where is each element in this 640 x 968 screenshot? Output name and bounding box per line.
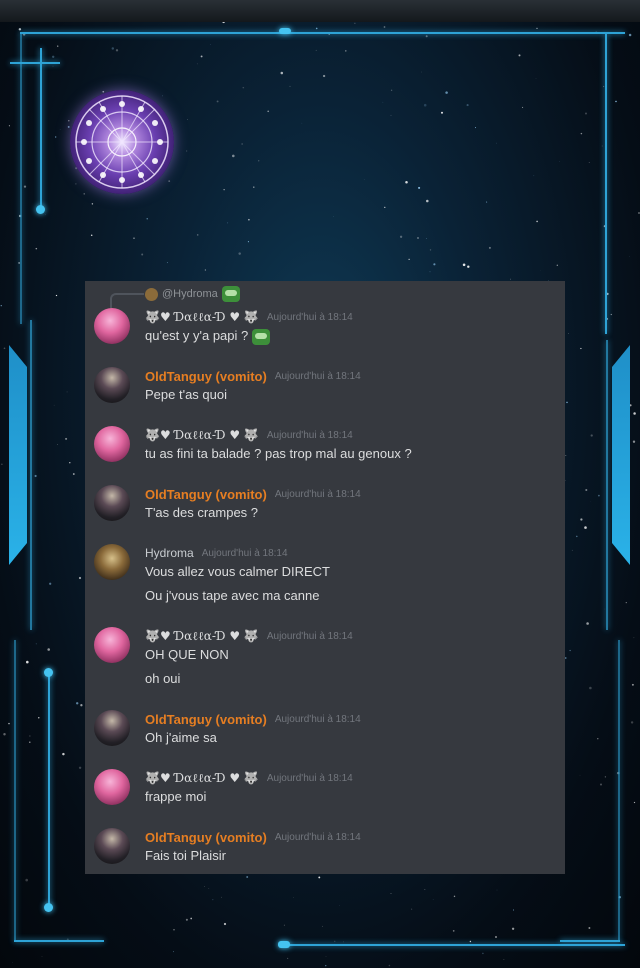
message-timestamp: Aujourd'hui à 18:14 <box>274 831 361 843</box>
message-text: tu as fini ta balade ? pas trop mal au g… <box>145 446 412 461</box>
message-author[interactable]: OldTanguy (vomito) <box>145 830 267 845</box>
avatar[interactable] <box>94 308 130 344</box>
message-author[interactable]: 🐺♥ Ɗαℓℓα-Ɗ ♥ 🐺 <box>145 310 259 325</box>
pepe-emoji-icon <box>251 328 270 345</box>
message-text: T'as des crampes ? <box>145 505 259 520</box>
reply-connector <box>110 293 144 309</box>
message-text: Pepe t'as quoi <box>145 387 227 402</box>
message-text: Oh j'aime sa <box>145 730 217 745</box>
chat-panel: @Hydroma 🐺♥ Ɗαℓℓα-Ɗ ♥ 🐺 Aujourd'hui à 18… <box>85 281 565 874</box>
message-author[interactable]: 🐺♥ Ɗαℓℓα-Ɗ ♥ 🐺 <box>145 771 259 786</box>
top-strip <box>0 0 640 22</box>
avatar[interactable] <box>94 544 130 580</box>
message-text: qu'est y y'a papi ? <box>145 328 249 343</box>
message-text: Vous allez vous calmer DIRECT <box>145 564 330 579</box>
message-timestamp: Aujourd'hui à 18:14 <box>266 772 353 784</box>
avatar[interactable] <box>94 627 130 663</box>
message-author[interactable]: 🐺♥ Ɗαℓℓα-Ɗ ♥ 🐺 <box>145 629 259 644</box>
message-text: OH QUE NON <box>145 647 229 662</box>
message-author[interactable]: OldTanguy (vomito) <box>145 712 267 727</box>
zodiac-wheel-logo <box>70 90 174 194</box>
message-text: frappe moi <box>145 789 207 804</box>
message-text: oh oui <box>145 671 181 686</box>
reply-avatar <box>145 287 158 301</box>
avatar[interactable] <box>94 769 130 805</box>
message-author[interactable]: 🐺♥ Ɗαℓℓα-Ɗ ♥ 🐺 <box>145 428 259 443</box>
avatar[interactable] <box>94 710 130 746</box>
message-timestamp: Aujourd'hui à 18:14 <box>266 429 353 441</box>
avatar[interactable] <box>94 367 130 403</box>
message-timestamp: Aujourd'hui à 18:14 <box>274 713 361 725</box>
pepe-emoji-icon <box>221 286 240 302</box>
message-timestamp: Aujourd'hui à 18:14 <box>274 370 361 382</box>
message-timestamp: Aujourd'hui à 18:14 <box>274 488 361 500</box>
message-timestamp: Aujourd'hui à 18:14 <box>266 630 353 642</box>
reply-author[interactable]: @Hydroma <box>162 288 218 300</box>
message-timestamp: Aujourd'hui à 18:14 <box>266 311 353 323</box>
reply-reference[interactable]: @Hydroma <box>145 286 240 302</box>
message-text: Ou j'vous tape avec ma canne <box>145 588 320 603</box>
avatar[interactable] <box>94 426 130 462</box>
message-author[interactable]: OldTanguy (vomito) <box>145 487 267 502</box>
message-author[interactable]: OldTanguy (vomito) <box>145 369 267 384</box>
message-timestamp: Aujourd'hui à 18:14 <box>201 547 288 559</box>
message-text: Fais toi Plaisir <box>145 848 226 863</box>
avatar[interactable] <box>94 828 130 864</box>
avatar[interactable] <box>94 485 130 521</box>
message-author[interactable]: Hydroma <box>145 546 194 560</box>
